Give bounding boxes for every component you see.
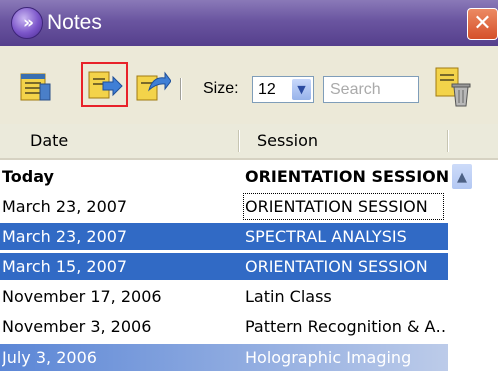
row-date: November 3, 2006 — [2, 317, 152, 336]
import-note-button[interactable] — [81, 62, 128, 107]
column-header-date[interactable]: Date — [30, 124, 68, 158]
close-button[interactable]: ✕ — [467, 8, 498, 40]
export-note-icon — [136, 71, 172, 101]
size-dropdown[interactable]: 12 ▼ — [252, 76, 314, 103]
size-label: Size: — [203, 80, 239, 97]
row-session: Holographic Imaging — [245, 348, 412, 367]
scroll-up-button[interactable]: ▲ — [451, 163, 473, 190]
column-divider[interactable] — [447, 130, 449, 152]
size-value: 12 — [258, 81, 276, 98]
list-item[interactable]: November 3, 2006 Pattern Recognition & A… — [0, 313, 448, 340]
list-item[interactable]: July 3, 2006 Holographic Imaging — [0, 344, 448, 371]
focus-outline — [243, 193, 444, 220]
list-item[interactable]: November 17, 2006 Latin Class — [0, 283, 448, 310]
toolbar: Size: 12 ▼ — [0, 46, 498, 124]
delete-notes-icon — [435, 67, 471, 107]
row-session: Latin Class — [245, 287, 332, 306]
row-session: ORIENTATION SESSION — [245, 167, 448, 186]
notes-list-button[interactable] — [18, 70, 52, 104]
list-item[interactable]: March 15, 2007 ORIENTATION SESSION — [0, 253, 448, 280]
row-session: SPECTRAL ANALYSIS — [245, 227, 407, 246]
delete-notes-button[interactable] — [434, 66, 474, 108]
app-icon: » — [11, 7, 43, 39]
export-note-button[interactable] — [135, 70, 172, 104]
notes-list: Today ORIENTATION SESSION March 23, 2007… — [0, 163, 498, 390]
row-date: July 3, 2006 — [2, 348, 97, 367]
list-item[interactable]: Today ORIENTATION SESSION — [0, 163, 448, 190]
import-note-icon — [88, 71, 123, 99]
row-date: March 23, 2007 — [2, 197, 128, 216]
toolbar-separator — [180, 78, 182, 100]
column-header-session[interactable]: Session — [257, 124, 318, 158]
row-session: Pattern Recognition & A… — [245, 317, 448, 336]
chevron-down-icon[interactable]: ▼ — [292, 79, 311, 100]
list-header: Date Session — [0, 124, 498, 160]
list-item[interactable]: March 23, 2007 SPECTRAL ANALYSIS — [0, 223, 448, 250]
column-divider[interactable] — [238, 130, 240, 152]
list-item[interactable]: March 23, 2007 ORIENTATION SESSION — [0, 193, 448, 220]
row-date: March 23, 2007 — [2, 227, 128, 246]
window-title: Notes — [47, 11, 102, 34]
row-date: Today — [2, 167, 54, 186]
notes-list-icon — [20, 73, 51, 101]
title-bar[interactable]: » Notes ✕ — [0, 0, 498, 46]
row-date: March 15, 2007 — [2, 257, 128, 276]
notes-window: » Notes ✕ Size: 12 ▼ Search Date Session… — [0, 0, 498, 390]
app-icon-glyph: » — [23, 13, 34, 33]
row-date: November 17, 2006 — [2, 287, 162, 306]
search-input[interactable] — [323, 76, 419, 103]
row-session: ORIENTATION SESSION — [245, 257, 428, 276]
